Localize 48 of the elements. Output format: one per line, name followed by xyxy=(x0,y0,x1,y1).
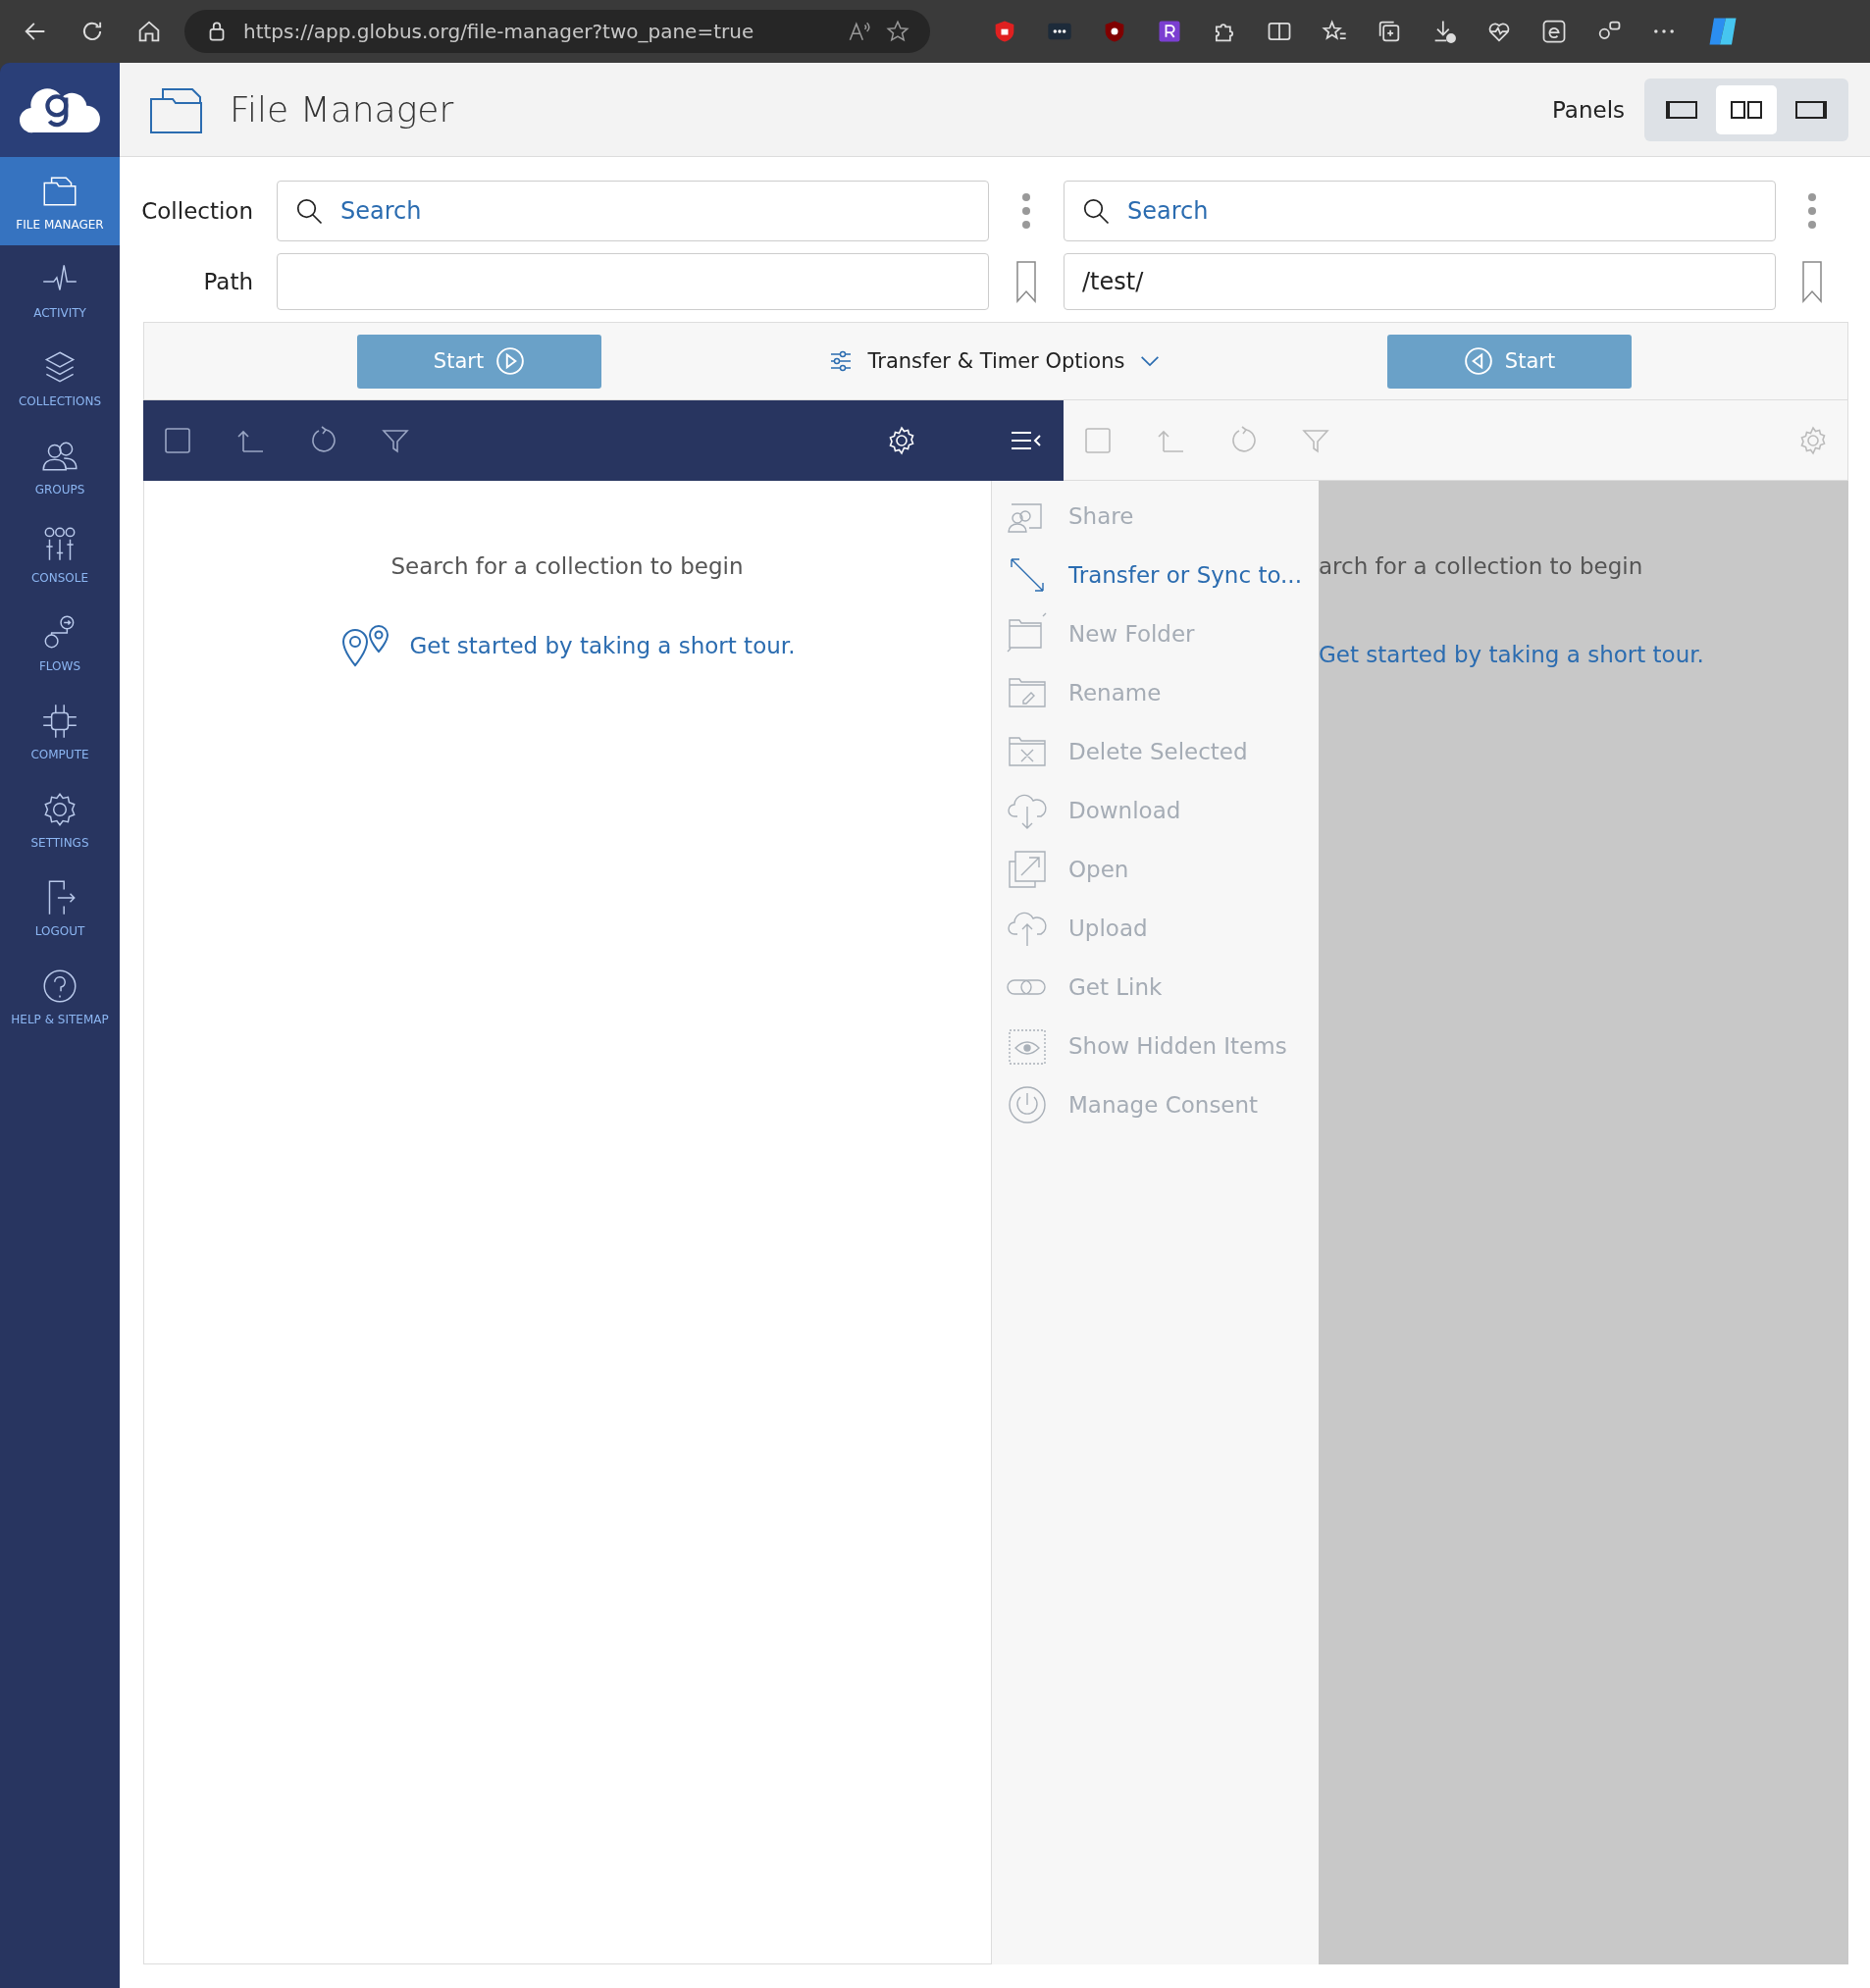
settings-icon[interactable] xyxy=(887,426,916,455)
sidebar-item[interactable]: COLLECTIONS xyxy=(0,334,120,422)
right-panel-icon xyxy=(1794,98,1828,121)
sidebar-item[interactable]: LOGOUT xyxy=(0,863,120,952)
collection-search-field[interactable]: Search xyxy=(277,181,989,241)
address-bar[interactable]: https://app.globus.org/file-manager?two_pane=true xyxy=(184,10,930,53)
collection-label: Collection xyxy=(141,198,254,224)
sidebar-item[interactable]: SETTINGS xyxy=(0,775,120,863)
left-panel-icon xyxy=(1665,98,1698,121)
more-options-icon[interactable] xyxy=(1807,191,1817,231)
panels-label: Panels xyxy=(1551,96,1625,123)
star-icon[interactable] xyxy=(885,19,910,44)
bookmark-icon[interactable] xyxy=(1015,260,1037,303)
checkbox[interactable] xyxy=(163,426,192,455)
sidebar-item[interactable]: FILE MANAGER xyxy=(0,157,120,245)
menu-item[interactable]: Transfer or Sync to... xyxy=(992,546,1319,604)
tour-link[interactable]: Get started by taking a short tour. xyxy=(1319,642,1848,667)
sidebar-item[interactable]: COMPUTE xyxy=(0,687,120,775)
path-label: Path xyxy=(203,269,254,294)
chevron-down-icon xyxy=(1140,355,1161,367)
sidebar-item[interactable]: GROUPS xyxy=(0,422,120,510)
transfer-options-toggle[interactable]: Transfer & Timer Options xyxy=(822,348,1167,374)
search-icon xyxy=(294,196,324,226)
sliders-icon xyxy=(828,349,853,373)
page-title: File Manager xyxy=(230,89,455,130)
empty-message: arch for a collection to begin xyxy=(1319,553,1644,579)
sidebar-item[interactable]: ACTIVITY xyxy=(0,245,120,334)
search-icon xyxy=(1081,196,1111,226)
sidebar-item[interactable]: FLOWS xyxy=(0,599,120,687)
bookmark-icon[interactable] xyxy=(1801,260,1823,303)
power-icon xyxy=(1006,1083,1049,1126)
two-panels-icon xyxy=(1730,98,1763,121)
start-button[interactable]: Start xyxy=(357,334,601,389)
checkbox[interactable] xyxy=(1083,425,1113,455)
panel-layout-button[interactable] xyxy=(1716,84,1777,134)
url-text: https://app.globus.org/file-manager?two_pane=true xyxy=(243,20,755,43)
open-external-icon xyxy=(1006,848,1049,891)
path-field[interactable] xyxy=(277,253,989,310)
tour-link[interactable]: Get started by taking a short tour. xyxy=(338,624,796,667)
start-button[interactable]: Start xyxy=(1387,334,1632,389)
sidebar-item[interactable]: CONSOLE xyxy=(0,510,120,599)
play-back-icon xyxy=(1463,346,1493,376)
play-icon xyxy=(495,346,526,376)
collection-search-field[interactable]: Search xyxy=(1064,181,1776,241)
empty-message: Search for a collection to begin xyxy=(390,553,744,579)
path-field[interactable]: /test/ xyxy=(1064,253,1776,310)
more-options-icon[interactable] xyxy=(1021,191,1031,231)
sidebar-item[interactable]: HELP & SITEMAP xyxy=(0,952,120,1040)
